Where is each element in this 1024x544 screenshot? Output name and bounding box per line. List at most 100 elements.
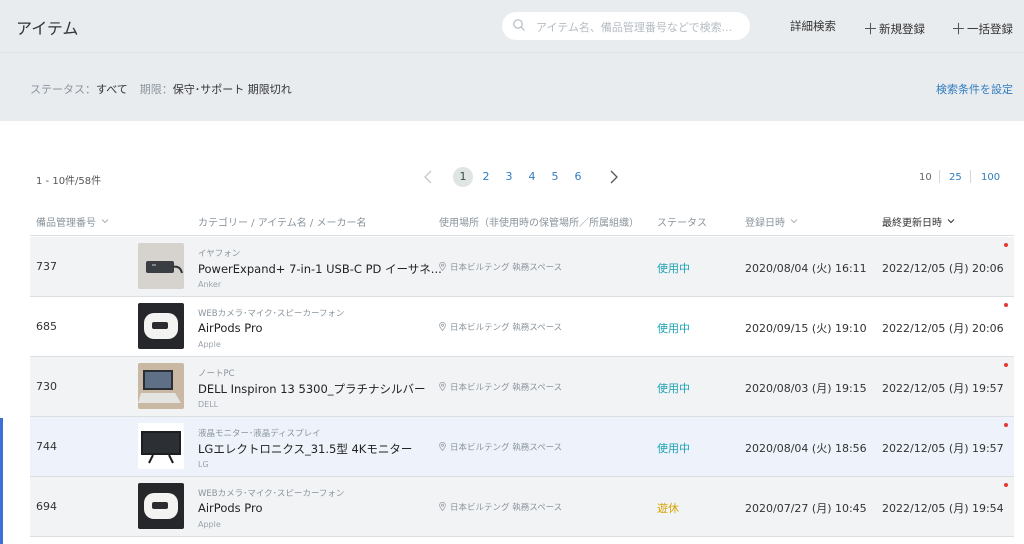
location-pin-icon — [439, 502, 446, 511]
status-filter-value: すべて — [96, 83, 128, 96]
item-location-text: 日本ビルテング 執務スペース — [450, 323, 563, 333]
update-indicator-dot — [1004, 303, 1008, 307]
update-indicator-dot — [1004, 363, 1008, 367]
search-input[interactable]: アイテム名、備品管理番号などで検索... — [536, 19, 732, 35]
bulk-register-button[interactable]: ＋一括登録 — [951, 18, 1013, 39]
item-category: イヤフォン — [198, 249, 241, 259]
new-item-label: 新規登録 — [879, 22, 926, 36]
status-badge: 使用中 — [657, 322, 690, 335]
item-location-text: 日本ビルテング 執務スペース — [450, 443, 563, 453]
registered-date: 2020/08/03 (月) 19:15 — [745, 382, 867, 395]
column-location: 使用場所（非使用時の保管場所／所属組織） — [439, 218, 639, 229]
column-item: カテゴリー / アイテム名 / メーカー名 — [198, 218, 367, 229]
status-badge: 使用中 — [657, 442, 690, 455]
page-3-button[interactable]: 3 — [499, 167, 519, 187]
next-page-icon[interactable] — [604, 165, 624, 189]
registered-date: 2020/09/15 (火) 19:10 — [745, 322, 867, 335]
page-5-button[interactable]: 5 — [545, 167, 565, 187]
update-indicator-dot — [1004, 483, 1008, 487]
per-page-25[interactable]: 25 — [949, 172, 962, 183]
status-badge: 遊休 — [657, 502, 679, 515]
chevron-down-icon — [947, 219, 955, 224]
item-number: 685 — [36, 320, 57, 333]
item-name[interactable]: DELL Inspiron 13 5300_プラチナシルバー — [198, 381, 426, 397]
updated-date: 2022/12/05 (月) 19:57 — [882, 442, 1004, 455]
page-1-button[interactable]: 1 — [453, 167, 473, 187]
per-page-divider — [970, 170, 971, 183]
item-maker: Apple — [198, 520, 221, 529]
item-location: 日本ビルテング 執務スペース — [439, 381, 562, 393]
column-number[interactable]: 備品管理番号 — [36, 214, 109, 229]
per-page-10[interactable]: 10 — [919, 172, 932, 183]
prev-page-icon[interactable] — [418, 165, 438, 189]
item-name[interactable]: PowerExpand+ 7-in-1 USB-C PD イーサネ... — [198, 261, 442, 277]
item-thumbnail — [138, 363, 184, 409]
set-search-conditions-link[interactable]: 検索条件を設定 — [936, 81, 1013, 97]
item-thumbnail — [138, 483, 184, 529]
item-location-text: 日本ビルテング 執務スペース — [450, 503, 563, 513]
result-count: 1 - 10件/58件 — [36, 176, 102, 187]
item-maker: Apple — [198, 340, 221, 349]
window-edge-accent — [0, 418, 3, 544]
header-divider — [30, 235, 1014, 236]
item-category: WEBカメラ･マイク･スピーカーフォン — [198, 309, 345, 319]
search-box[interactable]: アイテム名、備品管理番号などで検索... — [502, 12, 750, 40]
item-number: 737 — [36, 260, 57, 273]
chevron-down-icon — [101, 219, 109, 224]
item-location: 日本ビルテング 執務スペース — [439, 261, 562, 273]
status-badge: 使用中 — [657, 382, 690, 395]
item-location-text: 日本ビルテング 執務スペース — [450, 383, 563, 393]
item-category: 液晶モニター･液晶ディスプレイ — [198, 429, 321, 439]
table-row[interactable]: 730 ノートPC DELL Inspiron 13 5300_プラチナシルバー… — [30, 357, 1014, 417]
new-item-button[interactable]: ＋新規登録 — [863, 18, 925, 39]
item-thumbnail — [138, 303, 184, 349]
location-pin-icon — [439, 262, 446, 271]
item-maker: LG — [198, 460, 209, 469]
chevron-down-icon — [790, 219, 798, 224]
updated-date: 2022/12/05 (月) 19:57 — [882, 382, 1004, 395]
column-updated-label: 最終更新日時 — [882, 218, 942, 229]
page-title: アイテム — [16, 19, 79, 38]
item-thumbnail — [138, 243, 184, 289]
location-pin-icon — [439, 382, 446, 391]
per-page-100[interactable]: 100 — [981, 172, 1000, 183]
item-category: ノートPC — [198, 369, 235, 379]
column-registered-label: 登録日時 — [745, 218, 785, 229]
column-number-label: 備品管理番号 — [36, 218, 96, 229]
registered-date: 2020/07/27 (月) 10:45 — [745, 502, 867, 515]
period-filter-key: 期限： — [139, 83, 173, 96]
item-name[interactable]: AirPods Pro — [198, 321, 263, 335]
pagination: 1 2 3 4 5 6 — [418, 165, 628, 189]
update-indicator-dot — [1004, 243, 1008, 247]
search-icon — [513, 19, 525, 31]
table-row[interactable]: 737 イヤフォン PowerExpand+ 7-in-1 USB-C PD イ… — [30, 237, 1014, 297]
column-registered[interactable]: 登録日時 — [745, 214, 798, 229]
status-filter-key: ステータス： — [30, 83, 96, 96]
registered-date: 2020/08/04 (火) 18:56 — [745, 442, 867, 455]
table-row[interactable]: 694 WEBカメラ･マイク･スピーカーフォン AirPods Pro Appl… — [30, 477, 1014, 537]
item-name[interactable]: LGエレクトロニクス_31.5型 4Kモニター — [198, 441, 412, 457]
column-status: ステータス — [657, 218, 707, 229]
item-category: WEBカメラ･マイク･スピーカーフォン — [198, 489, 345, 499]
table-row[interactable]: 685 WEBカメラ･マイク･スピーカーフォン AirPods Pro Appl… — [30, 297, 1014, 357]
period-filter-value: 保守･サポート 期限切れ — [172, 83, 292, 96]
page-2-button[interactable]: 2 — [476, 167, 496, 187]
advanced-search-button[interactable]: 詳細検索 — [790, 18, 836, 34]
page-4-button[interactable]: 4 — [522, 167, 542, 187]
item-maker: Anker — [198, 280, 222, 289]
registered-date: 2020/08/04 (火) 16:11 — [745, 262, 867, 275]
table-row-selected[interactable]: 744 液晶モニター･液晶ディスプレイ LGエレクトロニクス_31.5型 4Kモ… — [30, 417, 1014, 477]
top-bar: アイテム アイテム名、備品管理番号などで検索... 詳細検索 ＋新規登録 ＋一括… — [0, 0, 1024, 52]
item-maker: DELL — [198, 400, 219, 409]
item-number: 744 — [36, 440, 57, 453]
column-updated[interactable]: 最終更新日時 — [882, 214, 955, 229]
page-6-button[interactable]: 6 — [568, 167, 588, 187]
location-pin-icon — [439, 322, 446, 331]
item-number: 730 — [36, 380, 57, 393]
item-location: 日本ビルテング 執務スペース — [439, 441, 562, 453]
bulk-register-label: 一括登録 — [967, 22, 1014, 36]
updated-date: 2022/12/05 (月) 19:54 — [882, 502, 1004, 515]
item-number: 694 — [36, 500, 57, 513]
item-location: 日本ビルテング 執務スペース — [439, 321, 562, 333]
item-name[interactable]: AirPods Pro — [198, 501, 263, 515]
